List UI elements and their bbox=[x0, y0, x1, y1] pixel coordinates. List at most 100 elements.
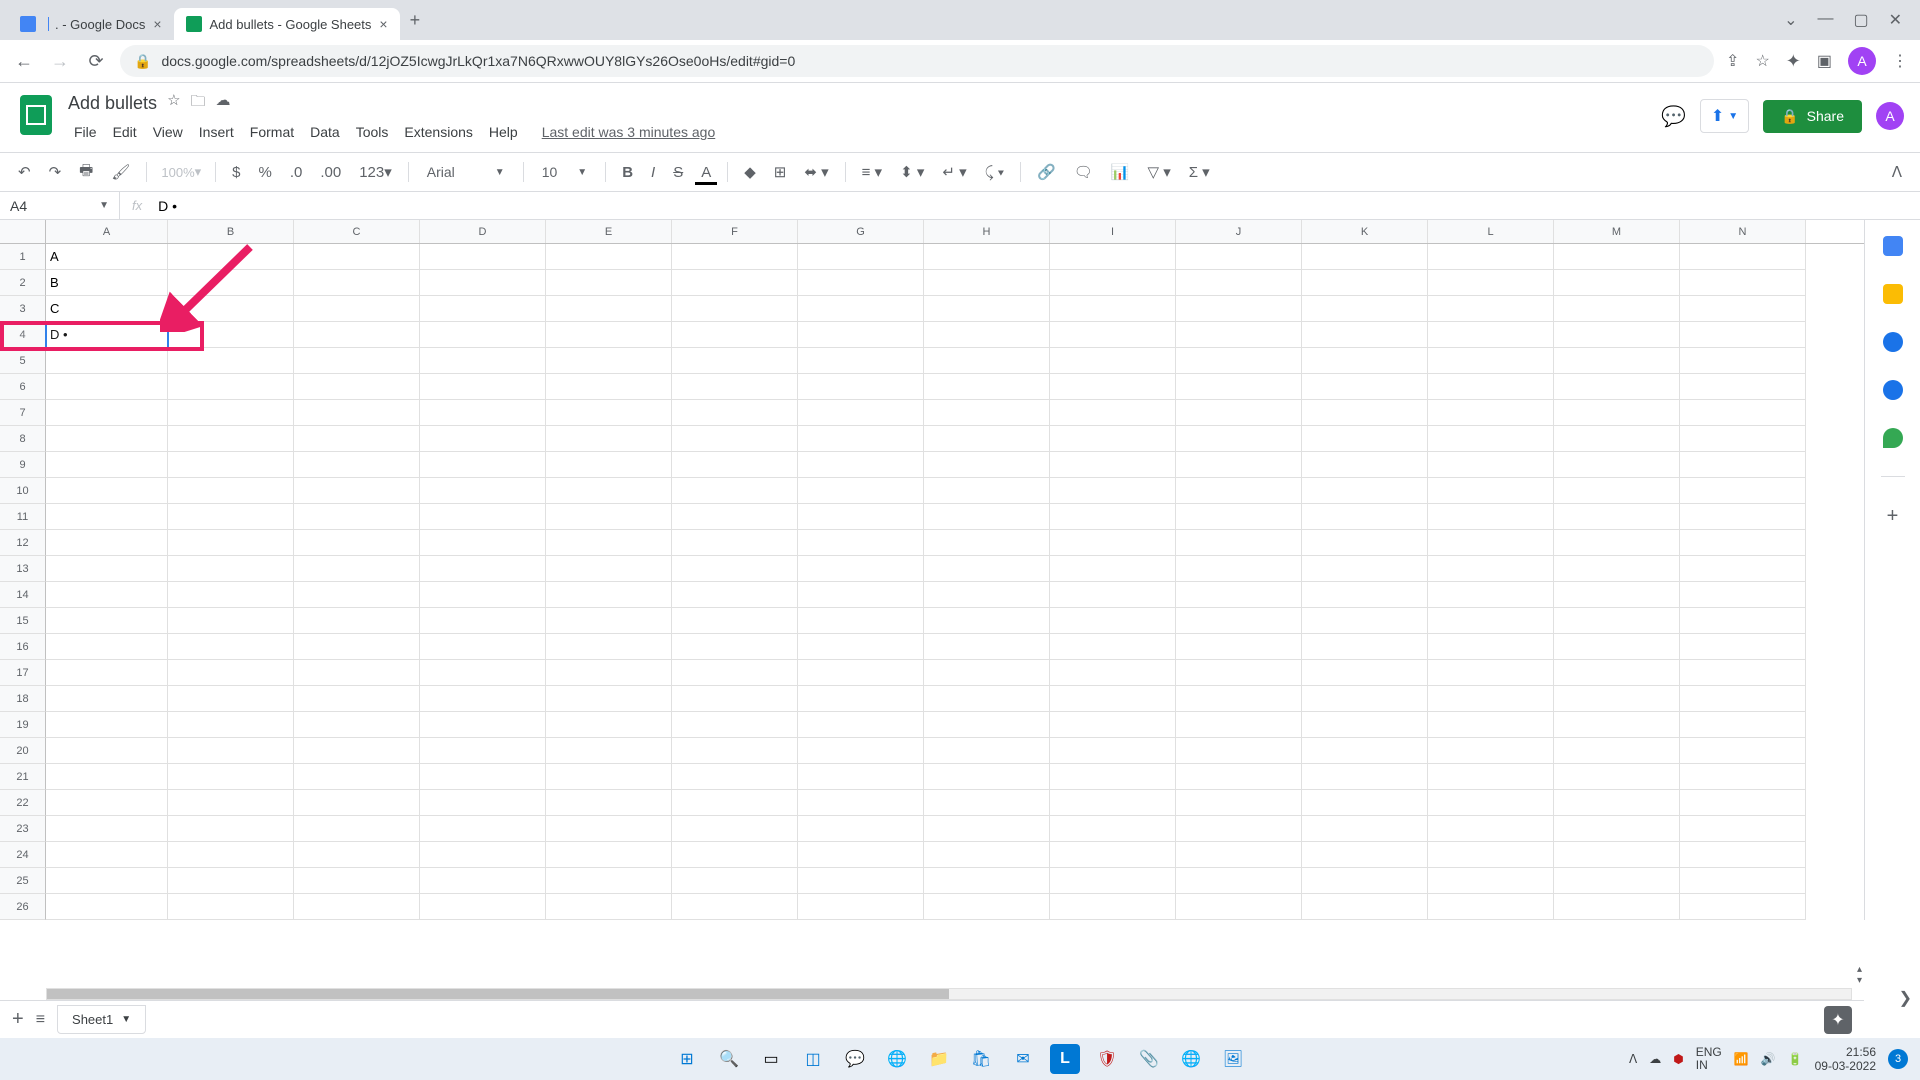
cell[interactable] bbox=[168, 322, 294, 348]
cell[interactable] bbox=[672, 660, 798, 686]
cell[interactable] bbox=[1176, 244, 1302, 270]
more-formats-button[interactable]: 123▾ bbox=[353, 159, 398, 185]
column-header[interactable]: M bbox=[1554, 220, 1680, 243]
cell[interactable] bbox=[1428, 348, 1554, 374]
link-button[interactable]: 🔗 bbox=[1031, 159, 1062, 185]
cell[interactable] bbox=[924, 868, 1050, 894]
cell[interactable] bbox=[924, 426, 1050, 452]
cell[interactable] bbox=[420, 894, 546, 920]
cell[interactable]: B bbox=[46, 270, 168, 296]
row-header[interactable]: 25 bbox=[0, 868, 46, 894]
cell[interactable] bbox=[798, 868, 924, 894]
cell[interactable] bbox=[1050, 608, 1176, 634]
column-header[interactable]: I bbox=[1050, 220, 1176, 243]
cell[interactable] bbox=[672, 478, 798, 504]
cell[interactable] bbox=[168, 244, 294, 270]
cell[interactable] bbox=[46, 478, 168, 504]
cell[interactable] bbox=[46, 868, 168, 894]
rotate-button[interactable]: ⤹ ▾ bbox=[979, 160, 1010, 185]
cell[interactable] bbox=[1680, 348, 1806, 374]
cell[interactable] bbox=[1554, 452, 1680, 478]
cell[interactable] bbox=[294, 270, 420, 296]
cell[interactable] bbox=[46, 582, 168, 608]
cell[interactable] bbox=[1302, 348, 1428, 374]
cell[interactable] bbox=[1302, 478, 1428, 504]
increase-decimal-button[interactable]: .00 bbox=[314, 160, 347, 185]
cell[interactable] bbox=[1176, 348, 1302, 374]
cell[interactable] bbox=[294, 816, 420, 842]
cell[interactable] bbox=[420, 712, 546, 738]
browser-tab-sheets[interactable]: Add bullets - Google Sheets × bbox=[174, 8, 400, 40]
cell[interactable] bbox=[1680, 452, 1806, 478]
cell[interactable] bbox=[1554, 712, 1680, 738]
column-header[interactable]: F bbox=[672, 220, 798, 243]
tasks-addon-icon[interactable] bbox=[1883, 332, 1903, 352]
cell[interactable] bbox=[46, 764, 168, 790]
font-select[interactable]: Arial▼ bbox=[419, 164, 513, 180]
cell[interactable] bbox=[1050, 478, 1176, 504]
cell[interactable] bbox=[294, 660, 420, 686]
photos-app-icon[interactable]: 🖼 bbox=[1218, 1044, 1248, 1074]
cell[interactable] bbox=[672, 556, 798, 582]
cell[interactable] bbox=[294, 374, 420, 400]
italic-button[interactable]: I bbox=[645, 160, 661, 185]
cell[interactable] bbox=[1554, 660, 1680, 686]
cell[interactable] bbox=[1176, 868, 1302, 894]
cell[interactable] bbox=[294, 842, 420, 868]
strikethrough-button[interactable]: S bbox=[667, 160, 689, 185]
cell[interactable] bbox=[168, 348, 294, 374]
cell[interactable] bbox=[924, 634, 1050, 660]
fill-color-button[interactable]: ◆ bbox=[738, 159, 762, 185]
cell[interactable] bbox=[1680, 894, 1806, 920]
cloud-status-icon[interactable]: ☁ bbox=[216, 91, 231, 116]
cell[interactable] bbox=[420, 270, 546, 296]
keep-addon-icon[interactable] bbox=[1883, 284, 1903, 304]
cell[interactable] bbox=[46, 452, 168, 478]
comments-icon[interactable]: 💬 bbox=[1661, 104, 1686, 129]
cell[interactable] bbox=[924, 348, 1050, 374]
cell[interactable] bbox=[672, 530, 798, 556]
cell[interactable] bbox=[1302, 712, 1428, 738]
browser-tab-docs[interactable]: . - Google Docs × bbox=[8, 8, 174, 40]
column-header[interactable]: N bbox=[1680, 220, 1806, 243]
horizontal-scrollbar[interactable] bbox=[46, 988, 1852, 1000]
cell[interactable] bbox=[672, 296, 798, 322]
cell[interactable] bbox=[1680, 374, 1806, 400]
cell[interactable] bbox=[546, 712, 672, 738]
cell[interactable] bbox=[672, 452, 798, 478]
cell[interactable] bbox=[1554, 530, 1680, 556]
cell[interactable] bbox=[924, 400, 1050, 426]
row-header[interactable]: 8 bbox=[0, 426, 46, 452]
cell[interactable] bbox=[1428, 686, 1554, 712]
mail-app-icon[interactable]: ✉ bbox=[1008, 1044, 1038, 1074]
column-header[interactable]: E bbox=[546, 220, 672, 243]
cell[interactable] bbox=[46, 530, 168, 556]
cell[interactable] bbox=[672, 816, 798, 842]
cell[interactable] bbox=[1554, 504, 1680, 530]
cell[interactable] bbox=[1050, 426, 1176, 452]
cell[interactable] bbox=[546, 790, 672, 816]
language-indicator[interactable]: ENGIN bbox=[1696, 1046, 1722, 1072]
cell[interactable] bbox=[46, 608, 168, 634]
cell[interactable] bbox=[546, 270, 672, 296]
name-box[interactable]: A4 ▼ bbox=[0, 192, 120, 219]
cell[interactable] bbox=[798, 842, 924, 868]
cell[interactable] bbox=[924, 244, 1050, 270]
row-header[interactable]: 9 bbox=[0, 452, 46, 478]
cell[interactable] bbox=[1554, 582, 1680, 608]
bookmark-icon[interactable]: ☆ bbox=[1755, 51, 1769, 71]
cell[interactable] bbox=[546, 764, 672, 790]
cell[interactable] bbox=[546, 478, 672, 504]
edge-app-icon[interactable]: 🌐 bbox=[882, 1044, 912, 1074]
column-header[interactable]: H bbox=[924, 220, 1050, 243]
text-color-button[interactable]: A bbox=[695, 160, 717, 185]
cell[interactable] bbox=[420, 400, 546, 426]
cell[interactable] bbox=[1050, 686, 1176, 712]
cell[interactable] bbox=[672, 790, 798, 816]
cell[interactable] bbox=[1428, 296, 1554, 322]
move-icon[interactable]: 🗀 bbox=[191, 91, 206, 116]
cell[interactable] bbox=[1554, 686, 1680, 712]
cell[interactable] bbox=[294, 400, 420, 426]
cell[interactable] bbox=[1554, 322, 1680, 348]
cell[interactable] bbox=[1428, 816, 1554, 842]
